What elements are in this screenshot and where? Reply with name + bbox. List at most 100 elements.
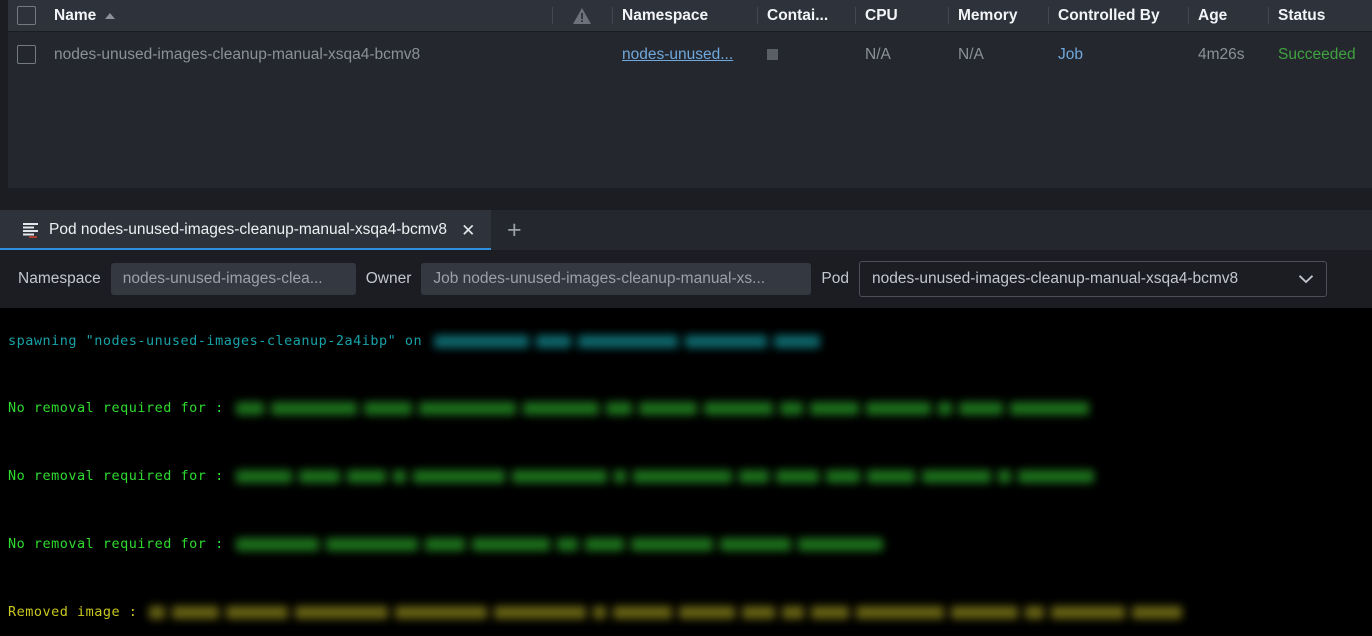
column-header-controlled-by[interactable]: Controlled By	[1048, 0, 1188, 31]
column-header-namespace[interactable]: Namespace	[612, 0, 757, 31]
cell-controlled-by[interactable]: Job	[1048, 32, 1188, 77]
row-select-checkbox[interactable]	[16, 45, 36, 64]
namespace-link[interactable]: nodes-unused...	[622, 46, 733, 64]
redacted-segment	[584, 538, 624, 551]
redacted-log-content	[149, 605, 1184, 620]
redacted-segment	[1009, 402, 1089, 415]
log-line: No removal required for :	[8, 400, 1101, 416]
log-lines-icon	[23, 223, 38, 238]
table-row[interactable]: nodes-unused-images-cleanup-manual-xsqa4…	[8, 32, 1372, 77]
redacted-log-content	[235, 537, 896, 552]
redacted-segment	[638, 402, 697, 415]
redacted-segment	[578, 335, 679, 348]
column-header-memory-label: Memory	[958, 6, 1018, 24]
redacted-segment	[685, 335, 768, 348]
redacted-segment	[511, 470, 607, 483]
redacted-segment	[226, 606, 289, 619]
redacted-segment	[782, 606, 805, 619]
warning-triangle-icon	[573, 7, 591, 24]
pod-select-value: nodes-unused-images-cleanup-manual-xsqa4…	[871, 270, 1239, 287]
redacted-segment	[866, 470, 915, 483]
row-select-checkbox-cell[interactable]	[8, 32, 44, 77]
redacted-segment	[494, 606, 587, 619]
container-status-square-icon	[767, 49, 778, 60]
redacted-segment	[921, 470, 991, 483]
column-header-memory[interactable]: Memory	[948, 0, 1048, 31]
column-header-cpu[interactable]: CPU	[855, 0, 948, 31]
log-filter-bar: Namespace nodes-unused-images-clea... Ow…	[0, 250, 1372, 308]
cell-namespace[interactable]: nodes-unused...	[612, 32, 757, 77]
status-badge: Succeeded	[1278, 45, 1356, 63]
column-header-cpu-label: CPU	[865, 6, 898, 24]
redacted-segment	[811, 606, 850, 619]
redacted-segment	[363, 402, 412, 415]
column-header-controlled-by-label: Controlled By	[1058, 6, 1160, 24]
redacted-segment	[779, 402, 803, 415]
column-header-namespace-label: Namespace	[622, 6, 709, 24]
column-header-name[interactable]: Name	[44, 0, 552, 31]
redacted-segment	[471, 538, 550, 551]
redacted-segment	[775, 470, 819, 483]
log-line: spawning "nodes-unused-images-cleanup-2a…	[8, 333, 822, 349]
redacted-segment	[325, 538, 418, 551]
redacted-segment	[679, 606, 736, 619]
namespace-filter-label: Namespace	[18, 270, 101, 287]
redacted-segment	[797, 538, 883, 551]
redacted-log-content	[235, 469, 1096, 484]
redacted-segment	[632, 470, 732, 483]
caret-up-icon[interactable]	[105, 12, 116, 19]
cell-pod-name[interactable]: nodes-unused-images-cleanup-manual-xsqa4…	[44, 32, 552, 77]
close-icon[interactable]: ✕	[461, 222, 475, 239]
tab-pod-logs[interactable]: Pod nodes-unused-images-cleanup-manual-x…	[0, 210, 492, 250]
column-header-age[interactable]: Age	[1188, 0, 1268, 31]
namespace-filter-text: nodes-unused-images-clea...	[122, 270, 323, 287]
redacted-segment	[774, 335, 821, 348]
redacted-segment	[630, 538, 713, 551]
redacted-segment	[412, 470, 505, 483]
log-line-text: No removal required for :	[8, 400, 224, 416]
detail-tab-bar: Pod nodes-unused-images-cleanup-manual-x…	[0, 210, 1372, 250]
chevron-down-icon[interactable]	[1298, 274, 1314, 284]
redacted-segment	[865, 402, 931, 415]
redacted-segment	[856, 606, 945, 619]
log-line-text: Removed image :	[8, 604, 138, 620]
redacted-segment	[997, 470, 1011, 483]
log-output-terminal[interactable]: spawning "nodes-unused-images-cleanup-2a…	[0, 308, 1372, 636]
redacted-segment	[424, 538, 465, 551]
log-line: No removal required for :	[8, 536, 896, 552]
cell-cpu: N/A	[855, 32, 948, 77]
controlled-by-link[interactable]: Job	[1058, 46, 1083, 64]
table-header-row: Name Namespace Contai... CPU Memory Cont…	[8, 0, 1372, 32]
cell-memory: N/A	[948, 32, 1048, 77]
redacted-segment	[605, 402, 632, 415]
pod-select[interactable]: nodes-unused-images-cleanup-manual-xsqa4…	[858, 261, 1327, 297]
redacted-segment	[1132, 606, 1183, 619]
redacted-segment	[536, 335, 572, 348]
redacted-segment	[346, 470, 386, 483]
redacted-segment	[434, 335, 530, 348]
column-header-warnings[interactable]	[552, 0, 612, 31]
redacted-segment	[1017, 470, 1094, 483]
owner-filter-value[interactable]: Job nodes-unused-images-cleanup-manual-x…	[421, 263, 812, 295]
redacted-segment	[613, 470, 626, 483]
new-tab-button[interactable]: +	[491, 210, 537, 250]
redacted-segment	[418, 402, 516, 415]
redacted-segment	[613, 606, 673, 619]
cpu-value: N/A	[865, 45, 891, 63]
redacted-log-content	[434, 334, 822, 349]
column-header-containers-label: Contai...	[767, 6, 829, 24]
redacted-segment	[270, 402, 357, 415]
pods-table: Name Namespace Contai... CPU Memory Cont…	[8, 0, 1372, 188]
redacted-segment	[937, 402, 952, 415]
column-header-status[interactable]: Status	[1268, 0, 1372, 31]
app-window: Name Namespace Contai... CPU Memory Cont…	[0, 0, 1372, 636]
select-all-checkbox-cell[interactable]	[8, 0, 44, 31]
cell-age: 4m26s	[1188, 32, 1268, 77]
namespace-filter-value[interactable]: nodes-unused-images-clea...	[110, 263, 356, 295]
redacted-segment	[556, 538, 578, 551]
redacted-segment	[235, 470, 292, 483]
cell-containers	[757, 32, 855, 77]
column-header-containers[interactable]: Contai...	[757, 0, 855, 31]
select-all-checkbox[interactable]	[16, 6, 36, 25]
memory-value: N/A	[958, 45, 984, 63]
